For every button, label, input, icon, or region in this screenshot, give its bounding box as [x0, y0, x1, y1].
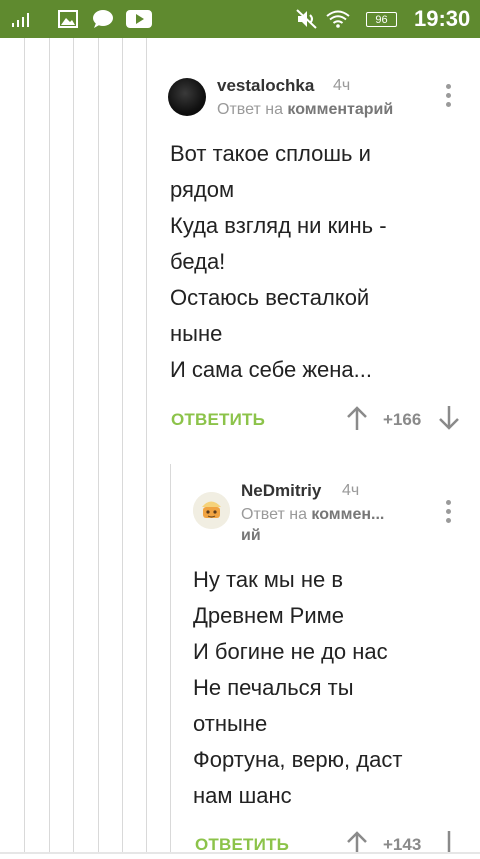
- chat-bubble-icon: [92, 0, 114, 38]
- comment-line: ныне: [170, 321, 223, 346]
- thread-line: [122, 38, 123, 854]
- thread-line: [170, 464, 171, 854]
- youtube-icon: [126, 0, 152, 38]
- thread-line: [146, 38, 147, 854]
- comment-line: рядом: [170, 177, 235, 202]
- reply-to-link[interactable]: Ответ на коммен...: [241, 506, 384, 524]
- upvote-arrow-icon[interactable]: [346, 405, 368, 436]
- comment-body: Вот такое сплошь и рядом Куда взгляд ни …: [170, 136, 387, 388]
- thread-line: [73, 38, 74, 854]
- image-icon: [58, 0, 78, 38]
- upvote-arrow-icon[interactable]: [346, 830, 368, 859]
- comment-line: Вот такое сплошь и: [170, 141, 371, 166]
- comment-line: Не печалься ты: [193, 675, 354, 700]
- comment-line: нам шанс: [193, 783, 292, 808]
- reply-target: комментарий: [287, 101, 394, 118]
- signal-icon: [12, 0, 38, 38]
- comment-line: Куда взгляд ни кинь -: [170, 213, 387, 238]
- reply-to-link-continued[interactable]: ий: [241, 527, 261, 545]
- battery-level: 96: [366, 11, 397, 27]
- reply-target-continued: ий: [241, 527, 261, 544]
- reply-target: коммен...: [311, 506, 385, 523]
- downvote-arrow-icon[interactable]: [438, 405, 460, 436]
- comment-line: отныне: [193, 711, 268, 736]
- comment-line: Остаюсь весталкой: [170, 285, 370, 310]
- avatar[interactable]: [168, 78, 206, 116]
- comment-line: Древнем Риме: [193, 603, 345, 628]
- reply-button[interactable]: ОТВЕТИТЬ: [171, 410, 265, 430]
- comment-line: Ну так мы не в: [193, 567, 344, 592]
- reply-to-link[interactable]: Ответ на комментарий: [217, 101, 393, 119]
- battery-icon: 96: [366, 0, 397, 38]
- reply-prefix: Ответ на: [241, 506, 307, 523]
- thread-line: [24, 38, 25, 854]
- comment-author[interactable]: NeDmitriy: [241, 481, 321, 501]
- wifi-icon: [326, 0, 350, 38]
- more-options-icon[interactable]: [446, 500, 452, 526]
- mute-icon: [296, 0, 318, 38]
- comment-time: 4ч: [342, 482, 360, 499]
- status-bar: 96 19:30: [0, 0, 480, 38]
- rating-score: +166: [383, 410, 422, 429]
- comment-line: беда!: [170, 249, 226, 274]
- reply-prefix: Ответ на: [217, 101, 283, 118]
- clock: 19:30: [414, 6, 471, 31]
- comment-time: 4ч: [333, 77, 351, 94]
- comment-line: Фортуна, верю, даст: [193, 747, 403, 772]
- comment-line: И сама себе жена...: [170, 357, 372, 382]
- thread-line: [49, 38, 50, 854]
- thread-line: [98, 38, 99, 854]
- more-options-icon[interactable]: [446, 84, 452, 110]
- comment-line: И богине не до нас: [193, 639, 388, 664]
- comment-body: Ну так мы не в Древнем Риме И богине не …: [193, 562, 402, 814]
- downvote-arrow-icon[interactable]: [438, 830, 460, 859]
- avatar[interactable]: [193, 492, 230, 529]
- comment-author[interactable]: vestalochka: [217, 76, 314, 96]
